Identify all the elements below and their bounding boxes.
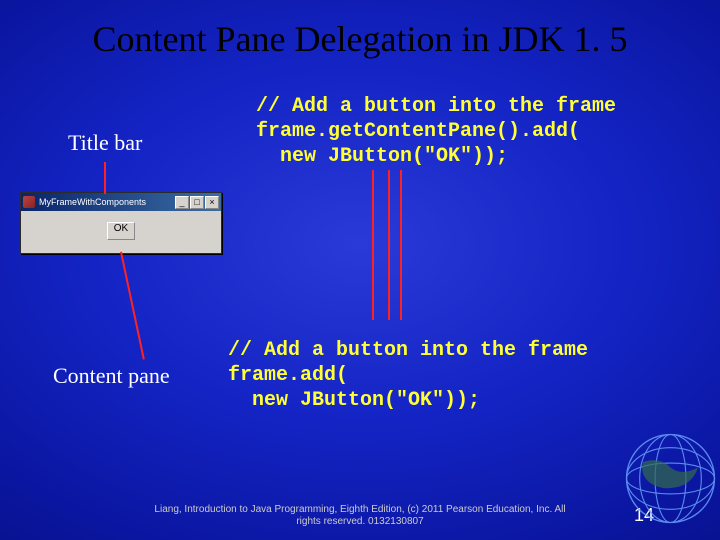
code2-l2: frame.add( xyxy=(228,364,348,387)
arrow-code-b xyxy=(388,170,390,320)
label-content-pane: Content pane xyxy=(53,363,170,389)
arrow-code-a xyxy=(372,170,374,320)
ok-button: OK xyxy=(107,222,135,240)
code2-l3: new JButton("OK")); xyxy=(228,389,480,412)
slide: Content Pane Delegation in JDK 1. 5 Titl… xyxy=(0,0,720,540)
java-cup-icon xyxy=(23,196,35,208)
close-button: × xyxy=(205,196,219,209)
window-control-group: _ □ × xyxy=(175,196,219,209)
label-title-bar: Title bar xyxy=(68,130,142,156)
minimize-button: _ xyxy=(175,196,189,209)
footer-line-1: Liang, Introduction to Java Programming,… xyxy=(154,504,565,515)
code1-l3: new JButton("OK")); xyxy=(256,145,508,168)
arrow-code-c xyxy=(400,170,402,320)
window-content-pane: OK xyxy=(21,211,221,251)
maximize-button: □ xyxy=(190,196,204,209)
slide-title: Content Pane Delegation in JDK 1. 5 xyxy=(0,18,720,60)
window-titlebar: MyFrameWithComponents _ □ × xyxy=(21,193,221,211)
code1-l2: frame.getContentPane().add( xyxy=(256,120,580,143)
example-window: MyFrameWithComponents _ □ × OK xyxy=(20,192,222,254)
globe-icon xyxy=(610,418,720,528)
code1-l1: // Add a button into the frame xyxy=(256,95,616,118)
code-block-2: // Add a button into the frame frame.add… xyxy=(228,338,588,413)
code2-l1: // Add a button into the frame xyxy=(228,339,588,362)
arrow-title-bar xyxy=(104,162,106,194)
arrow-content-pane xyxy=(120,252,145,360)
code-block-1: // Add a button into the frame frame.get… xyxy=(256,94,616,169)
window-title-text: MyFrameWithComponents xyxy=(39,197,175,207)
footer-line-2: rights reserved. 0132130807 xyxy=(296,516,423,527)
footer-citation: Liang, Introduction to Java Programming,… xyxy=(120,504,600,528)
